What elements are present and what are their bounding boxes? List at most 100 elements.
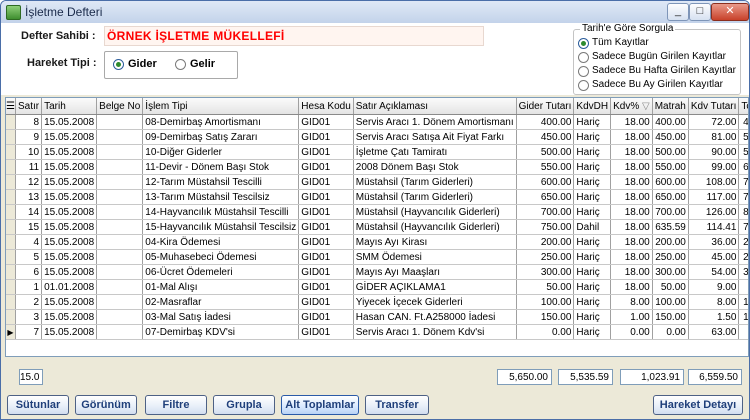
table-cell[interactable]: 100.00 <box>652 294 689 310</box>
table-cell[interactable]: 500.00 <box>652 144 689 160</box>
table-cell[interactable]: Hariç <box>573 324 612 340</box>
col-kdv-tutari[interactable]: Kdv Tutarı <box>688 98 740 115</box>
table-cell[interactable]: 114.41 <box>688 219 740 235</box>
table-cell[interactable]: GID01 <box>298 219 354 235</box>
table-cell[interactable]: 100.00 <box>516 294 575 310</box>
table-cell[interactable]: 04-Kira Ödemesi <box>142 234 300 250</box>
table-cell[interactable] <box>96 264 144 280</box>
table-cell[interactable]: Servis Aracı 1. Dönem Kdv'si <box>353 324 517 340</box>
table-cell[interactable]: 09-Demirbaş Satış Zararı <box>142 129 300 145</box>
movement-detail-button[interactable]: Hareket Detayı <box>653 395 743 415</box>
row-indicator[interactable] <box>6 129 16 145</box>
table-cell[interactable]: 117.00 <box>688 189 740 205</box>
table-cell[interactable]: 15.05.2008 <box>41 189 98 205</box>
table-cell[interactable] <box>96 204 144 220</box>
this-month-label[interactable]: Sadece Bu Ay Girilen Kayıtlar <box>592 79 723 90</box>
table-cell[interactable]: 295.00 <box>738 249 748 265</box>
table-cell[interactable]: 600.00 <box>652 174 689 190</box>
table-cell[interactable]: GID01 <box>298 234 354 250</box>
table-cell[interactable]: Müstahsil (Tarım Giderleri) <box>353 189 517 205</box>
table-cell[interactable]: 650.00 <box>516 189 575 205</box>
table-cell[interactable]: GID01 <box>298 279 354 295</box>
table-cell[interactable]: 2008 Dönem Başı Stok <box>353 159 517 175</box>
table-cell[interactable]: Hariç <box>573 234 612 250</box>
table-row[interactable]: 15 15.05.2008 15-Hayvancılık Müstahsil Tes… <box>6 219 748 235</box>
table-cell[interactable]: 4 <box>15 234 43 250</box>
table-cell[interactable]: SMM Ödemesi <box>353 249 517 265</box>
table-cell[interactable]: GID01 <box>298 129 354 145</box>
table-cell[interactable]: GİDER AÇIKLAMA1 <box>353 279 517 295</box>
table-cell[interactable]: 108.00 <box>688 174 740 190</box>
table-cell[interactable]: 15.05.2008 <box>41 249 98 265</box>
table-cell[interactable]: 15.05.2008 <box>41 309 98 325</box>
table-cell[interactable]: 05-Muhasebeci Ödemesi <box>142 249 300 265</box>
table-cell[interactable]: Hariç <box>573 309 612 325</box>
table-cell[interactable]: 708.00 <box>738 174 748 190</box>
table-cell[interactable]: 750.00 <box>516 219 575 235</box>
table-cell[interactable] <box>96 234 144 250</box>
table-cell[interactable] <box>96 309 144 325</box>
table-cell[interactable] <box>96 324 144 340</box>
table-cell[interactable]: 01.01.2008 <box>41 279 98 295</box>
table-cell[interactable]: Hariç <box>573 114 612 130</box>
table-cell[interactable]: 15.05.2008 <box>41 294 98 310</box>
table-cell[interactable]: 50.00 <box>652 279 689 295</box>
table-cell[interactable] <box>96 249 144 265</box>
table-cell[interactable]: 15 <box>15 219 43 235</box>
table-cell[interactable]: 15.05.2008 <box>41 114 98 130</box>
table-cell[interactable]: 649.00 <box>738 159 748 175</box>
table-cell[interactable]: 15.05.2008 <box>41 264 98 280</box>
table-cell[interactable]: Hariç <box>573 189 612 205</box>
table-cell[interactable]: 18.00 <box>610 189 653 205</box>
table-cell[interactable]: 13 <box>15 189 43 205</box>
table-cell[interactable]: 472.00 <box>738 114 748 130</box>
table-row[interactable]: 8 15.05.2008 08-Demirbaş Amortismanı GID01 S… <box>6 114 748 130</box>
table-cell[interactable]: 500.00 <box>516 144 575 160</box>
all-records-radio[interactable] <box>578 38 589 49</box>
table-row[interactable]: 3 15.05.2008 03-Mal Satış İadesi GID01 Hasan… <box>6 309 748 325</box>
table-cell[interactable]: 15.05.2008 <box>41 174 98 190</box>
this-month-radio[interactable] <box>578 80 589 91</box>
close-button[interactable]: ✕ <box>711 3 749 21</box>
table-cell[interactable]: Dahil <box>573 219 612 235</box>
table-cell[interactable]: 3 <box>15 309 43 325</box>
table-cell[interactable]: 15.05.2008 <box>41 129 98 145</box>
table-row[interactable]: 13 15.05.2008 13-Tarım Müstahsil Tescilsiz… <box>6 189 748 205</box>
table-cell[interactable]: 8.00 <box>688 294 740 310</box>
table-cell[interactable]: GID01 <box>298 144 354 160</box>
table-cell[interactable]: 99.00 <box>688 159 740 175</box>
table-cell[interactable]: 600.00 <box>516 174 575 190</box>
table-cell[interactable]: 300.00 <box>652 264 689 280</box>
table-cell[interactable]: GID01 <box>298 174 354 190</box>
table-cell[interactable]: 59.00 <box>738 279 748 295</box>
table-cell[interactable]: 45.00 <box>688 249 740 265</box>
table-cell[interactable]: Mayıs Ayı Kirası <box>353 234 517 250</box>
this-week-radio[interactable] <box>578 66 589 77</box>
table-cell[interactable]: 700.00 <box>652 204 689 220</box>
table-cell[interactable] <box>96 279 144 295</box>
table-cell[interactable]: 15.05.2008 <box>41 219 98 235</box>
table-cell[interactable]: 18.00 <box>610 279 653 295</box>
table-cell[interactable]: 18.00 <box>610 219 653 235</box>
table-cell[interactable]: 150.00 <box>516 309 575 325</box>
table-row[interactable]: 5 15.05.2008 05-Muhasebeci Ödemesi GID01 SMM… <box>6 249 748 265</box>
row-indicator[interactable] <box>6 204 16 220</box>
table-cell[interactable]: 18.00 <box>610 264 653 280</box>
table-cell[interactable]: Hariç <box>573 174 612 190</box>
table-cell[interactable] <box>96 129 144 145</box>
table-cell[interactable]: 1.00 <box>610 309 653 325</box>
table-cell[interactable]: 8.00 <box>610 294 653 310</box>
table-cell[interactable]: 750.00 <box>738 219 748 235</box>
table-cell[interactable] <box>96 174 144 190</box>
gider-radio[interactable] <box>113 59 124 70</box>
table-cell[interactable]: 250.00 <box>516 249 575 265</box>
table-row[interactable]: 6 15.05.2008 06-Ücret Ödemeleri GID01 Mayıs … <box>6 264 748 280</box>
table-cell[interactable] <box>96 189 144 205</box>
table-cell[interactable]: 1 <box>15 279 43 295</box>
table-cell[interactable]: 63.00 <box>688 324 740 340</box>
table-cell[interactable]: Hariç <box>573 204 612 220</box>
table-cell[interactable]: 63.00 <box>738 324 748 340</box>
table-cell[interactable]: 7 <box>15 324 43 340</box>
filter-button[interactable]: Filtre <box>145 395 207 415</box>
today-label[interactable]: Sadece Bugün Girilen Kayıtlar <box>592 51 726 62</box>
